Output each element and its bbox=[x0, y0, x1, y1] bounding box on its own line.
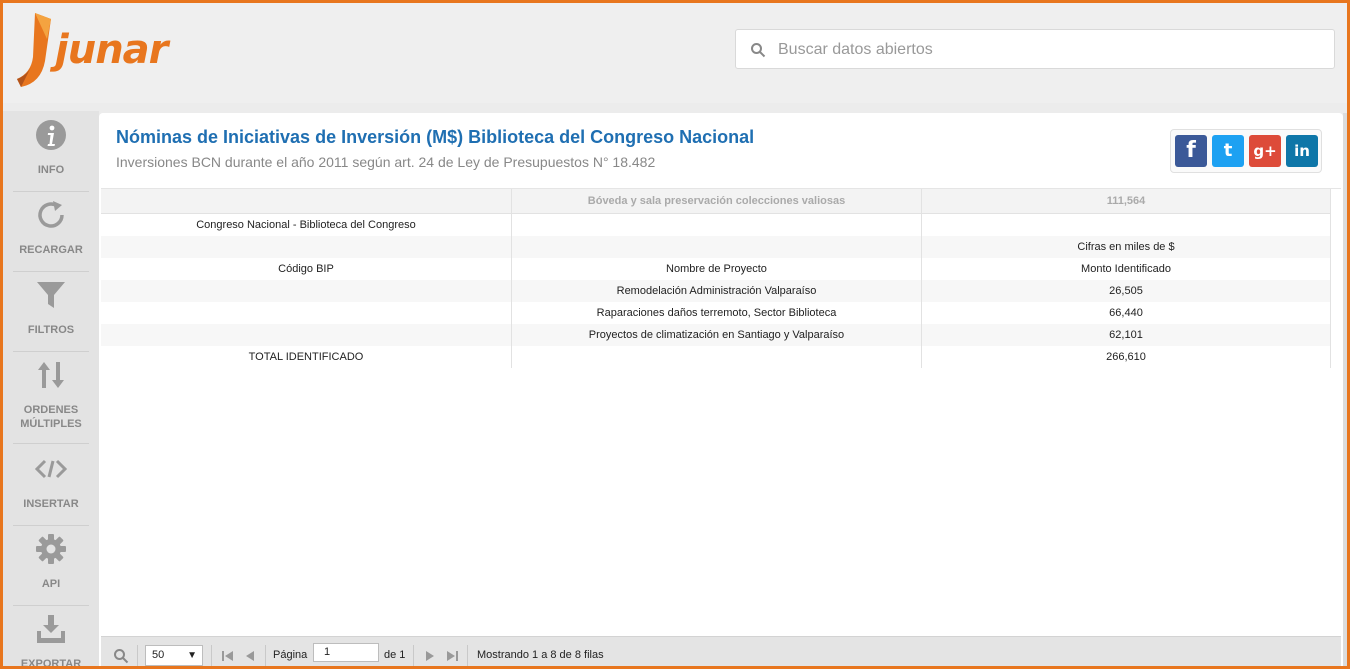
search-icon[interactable] bbox=[113, 648, 129, 664]
table-cell: 66,440 bbox=[921, 302, 1331, 324]
junar-logo[interactable]: junar bbox=[13, 9, 168, 91]
app-frame: junar INFO RECARGAR bbox=[0, 0, 1350, 669]
divider bbox=[413, 645, 414, 666]
first-page-icon[interactable] bbox=[221, 649, 235, 663]
table-header-cell[interactable]: 111,564 bbox=[921, 189, 1331, 213]
facebook-icon[interactable]: f bbox=[1175, 135, 1207, 167]
twitter-icon[interactable]: t bbox=[1212, 135, 1244, 167]
sidebar-item-insertar[interactable]: INSERTAR bbox=[13, 445, 89, 526]
prev-page-icon[interactable] bbox=[243, 649, 257, 663]
page-title: Nóminas de Iniciativas de Inversión (M$)… bbox=[116, 127, 755, 147]
chevron-down-icon: ▼ bbox=[187, 650, 197, 661]
embed-icon bbox=[35, 459, 67, 479]
search-icon bbox=[751, 43, 766, 58]
sidebar-item-label: INSERTAR bbox=[23, 498, 79, 510]
table-cell: Cifras en miles de $ bbox=[921, 236, 1331, 258]
table-cell bbox=[101, 302, 511, 324]
sidebar-item-label: EXPORTAR bbox=[20, 658, 82, 669]
table-cell: Código BIP bbox=[278, 263, 334, 275]
table-cell bbox=[511, 346, 921, 368]
last-page-icon[interactable] bbox=[445, 649, 459, 663]
table-row: Proyectos de climatización en Santiago y… bbox=[101, 324, 1331, 346]
social-share-bar: f t g+ in bbox=[1170, 129, 1322, 173]
rows-status: Mostrando 1 a 8 de 8 filas bbox=[477, 649, 604, 661]
dataset-panel: Nóminas de Iniciativas de Inversión (M$)… bbox=[99, 113, 1343, 666]
page-of-label: de 1 bbox=[384, 649, 406, 661]
table-cell: Monto Identificado bbox=[921, 258, 1331, 280]
table-cell bbox=[511, 236, 921, 258]
divider bbox=[467, 645, 468, 666]
divider bbox=[211, 645, 212, 666]
download-icon bbox=[37, 615, 65, 643]
sidebar-item-label: API bbox=[41, 578, 61, 590]
table-cell: Nombre de Proyecto bbox=[511, 258, 921, 280]
page-size-value: 50 bbox=[152, 649, 165, 661]
table-header-row: Bóveda y sala preservación colecciones v… bbox=[101, 189, 1331, 214]
scrollbar[interactable] bbox=[1343, 113, 1347, 666]
search-box[interactable] bbox=[735, 29, 1335, 69]
table-row: Código BIP Nombre de Proyecto Monto Iden… bbox=[101, 258, 1331, 280]
table-cell: Remodelación Administración Valparaíso bbox=[511, 280, 921, 302]
table-cell bbox=[101, 280, 511, 302]
table-header-cell[interactable]: Bóveda y sala preservación colecciones v… bbox=[511, 189, 921, 213]
table-cell: 26,505 bbox=[921, 280, 1331, 302]
sidebar-item-api[interactable]: API bbox=[13, 525, 89, 606]
sidebar-item-info[interactable]: INFO bbox=[13, 111, 89, 192]
table-cell bbox=[511, 214, 921, 236]
info-icon bbox=[36, 120, 66, 150]
linkedin-icon[interactable]: in bbox=[1286, 135, 1318, 167]
table-cell: Congreso Nacional - Biblioteca del Congr… bbox=[196, 219, 416, 231]
sidebar: INFO RECARGAR FILTROS ORDENES MÚLTIPLES bbox=[3, 111, 99, 669]
sidebar-item-label: INFO bbox=[37, 164, 65, 176]
divider bbox=[137, 645, 138, 666]
table-row: Raparaciones daños terremoto, Sector Bib… bbox=[101, 302, 1331, 324]
page-subtitle: Inversiones BCN durante el año 2011 segú… bbox=[116, 154, 656, 170]
table-cell: 266,610 bbox=[921, 346, 1331, 368]
sidebar-item-label: RECARGAR bbox=[19, 244, 83, 256]
table-cell bbox=[921, 214, 1331, 236]
sidebar-item-label: FILTROS bbox=[27, 324, 75, 336]
data-table: Bóveda y sala preservación colecciones v… bbox=[101, 188, 1341, 637]
sidebar-item-ordenes[interactable]: ORDENES MÚLTIPLES bbox=[13, 351, 89, 444]
filter-icon bbox=[37, 282, 65, 308]
table-cell: Raparaciones daños terremoto, Sector Bib… bbox=[511, 302, 921, 324]
table-row: Remodelación Administración Valparaíso 2… bbox=[101, 280, 1331, 302]
page-label: Página bbox=[273, 649, 308, 661]
pagination-bar: 50 ▼ Página 1 de 1 Mostrando 1 a 8 de 8 … bbox=[101, 636, 1341, 666]
divider bbox=[265, 645, 266, 666]
sidebar-item-exportar[interactable]: EXPORTAR bbox=[13, 605, 89, 669]
table-cell: TOTAL IDENTIFICADO bbox=[248, 351, 364, 363]
sidebar-item-recargar[interactable]: RECARGAR bbox=[13, 191, 89, 272]
table-row: TOTAL IDENTIFICADO 266,610 bbox=[101, 346, 1331, 368]
sidebar-item-filtros[interactable]: FILTROS bbox=[13, 271, 89, 352]
table-row: Congreso Nacional - Biblioteca del Congr… bbox=[101, 214, 1331, 236]
search-input[interactable] bbox=[776, 36, 1320, 64]
googleplus-icon[interactable]: g+ bbox=[1249, 135, 1281, 167]
table-cell bbox=[101, 324, 511, 346]
table-cell: 62,101 bbox=[921, 324, 1331, 346]
gear-icon bbox=[36, 534, 66, 564]
table-cell: Proyectos de climatización en Santiago y… bbox=[511, 324, 921, 346]
table-header-cell[interactable] bbox=[101, 189, 511, 213]
table-row: Cifras en miles de $ bbox=[101, 236, 1331, 258]
page-number-input[interactable]: 1 bbox=[313, 643, 379, 662]
brand-name: junar bbox=[55, 27, 168, 73]
page-size-select[interactable]: 50 ▼ bbox=[145, 645, 203, 666]
table-cell bbox=[101, 236, 511, 258]
next-page-icon[interactable] bbox=[423, 649, 437, 663]
header: junar bbox=[3, 3, 1347, 103]
sort-icon bbox=[38, 362, 64, 388]
sidebar-item-label: ORDENES MÚLTIPLES bbox=[20, 404, 82, 430]
refresh-icon bbox=[38, 201, 64, 228]
